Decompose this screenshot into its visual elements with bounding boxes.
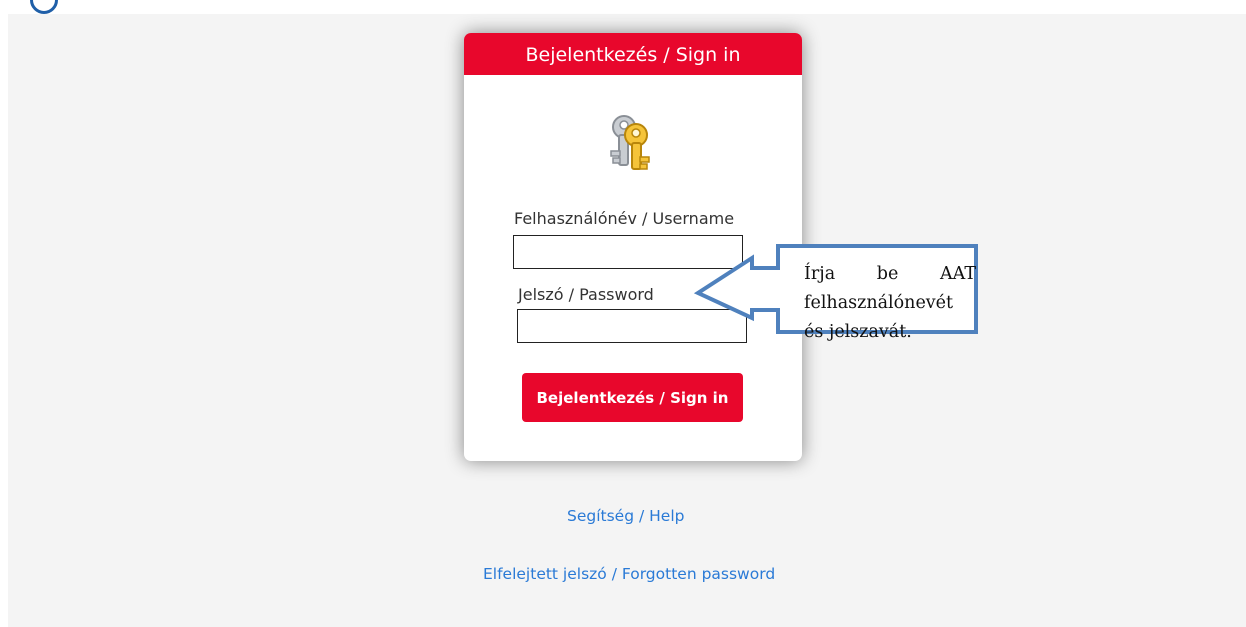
callout-text: Írja be AAT felhasználónevét és jelszavá…	[804, 264, 976, 342]
login-card-header: Bejelentkezés / Sign in	[464, 33, 802, 75]
password-label: Jelszó / Password	[518, 285, 654, 304]
top-bar	[0, 0, 1246, 14]
help-link[interactable]: Segítség / Help	[567, 507, 684, 525]
sign-in-button[interactable]: Bejelentkezés / Sign in	[522, 373, 743, 422]
logo-icon	[30, 0, 58, 14]
keys-icon	[610, 115, 650, 170]
forgot-password-link[interactable]: Elfelejtett jelszó / Forgotten password	[483, 565, 775, 583]
